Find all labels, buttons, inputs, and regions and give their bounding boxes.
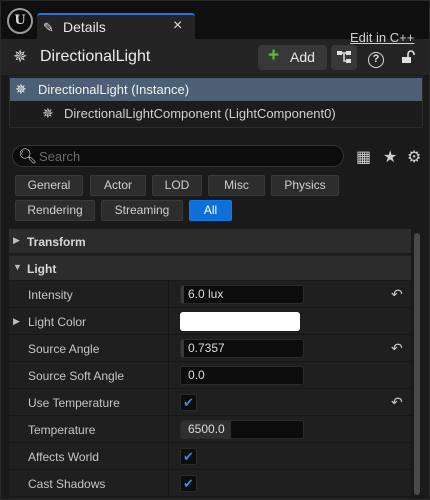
expand-arrow-icon: ▶	[13, 235, 20, 245]
property-label: Affects World	[28, 450, 99, 464]
property-row-intensity: Intensity 6.0 lux ↶	[9, 281, 411, 308]
column-divider[interactable]	[168, 335, 169, 362]
column-divider[interactable]	[168, 389, 169, 416]
column-divider[interactable]	[168, 470, 169, 497]
column-divider[interactable]	[168, 281, 169, 308]
search-box[interactable]: 🔍︎	[12, 145, 344, 167]
help-button[interactable]: ?	[363, 45, 389, 70]
filter-actor[interactable]: Actor	[90, 175, 146, 196]
lock-icon	[402, 50, 415, 63]
tab-details[interactable]: ✎ Details ×	[37, 13, 195, 39]
tree-item-instance[interactable]: ✵ DirectionalLight (Instance)	[10, 78, 422, 101]
filter-physics[interactable]: Physics	[271, 175, 339, 196]
help-icon: ?	[368, 52, 384, 68]
tab-label: Details	[63, 19, 106, 35]
add-component-button[interactable]: + Add	[258, 45, 327, 70]
collapse-arrow-icon: ▼	[13, 262, 22, 272]
pencil-icon: ✎	[43, 20, 54, 35]
close-icon[interactable]: ×	[173, 17, 182, 35]
gear-icon[interactable]: ⚙	[407, 147, 421, 167]
column-divider[interactable]	[168, 362, 169, 389]
cast-shadows-checkbox[interactable]: ✔	[180, 475, 197, 492]
category-label: Light	[27, 262, 57, 276]
details-panel: U ✎ Details × ✵ DirectionalLight + Add ?	[0, 0, 430, 500]
plus-icon: +	[268, 45, 280, 66]
filter-lod[interactable]: LOD	[152, 175, 202, 196]
expand-arrow-icon[interactable]: ▶	[13, 316, 20, 327]
property-label: Temperature	[28, 423, 96, 437]
directional-light-icon: ✵	[13, 47, 28, 66]
component-tree: ✵ DirectionalLight (Instance) ✵ Directio…	[9, 76, 423, 128]
property-label: Use Temperature	[28, 396, 120, 410]
edit-in-cpp-link[interactable]: Edit in C++	[350, 30, 414, 45]
blueprint-icon	[337, 51, 351, 63]
property-row-light-color: ▶ Light Color	[9, 308, 411, 335]
filter-general[interactable]: General	[15, 175, 83, 196]
category-label: Transform	[27, 235, 86, 249]
tree-item-label: DirectionalLightComponent (LightComponen…	[64, 106, 336, 121]
directional-light-icon: ✵	[42, 105, 54, 121]
lock-button[interactable]	[395, 45, 421, 70]
filter-rendering[interactable]: Rendering	[15, 200, 95, 221]
tree-item-label: DirectionalLight (Instance)	[38, 82, 190, 97]
reset-to-default-icon[interactable]: ↶	[391, 394, 403, 411]
property-label: Intensity	[28, 288, 73, 302]
tree-item-component[interactable]: ✵ DirectionalLightComponent (LightCompon…	[10, 102, 422, 125]
property-row-affects-world: Affects World ✔	[9, 443, 411, 470]
add-label: Add	[290, 49, 315, 65]
search-input[interactable]	[39, 147, 337, 165]
affects-world-checkbox[interactable]: ✔	[180, 448, 197, 465]
column-divider[interactable]	[168, 443, 169, 470]
filter-streaming[interactable]: Streaming	[101, 200, 183, 221]
unreal-logo-icon[interactable]: U	[7, 8, 33, 34]
property-label: Light Color	[28, 315, 87, 329]
use-temperature-checkbox[interactable]: ✔	[180, 394, 197, 411]
reset-to-default-icon[interactable]: ↶	[391, 286, 403, 303]
property-label: Cast Shadows	[28, 477, 106, 491]
category-light[interactable]: ▼ Light	[9, 256, 411, 281]
column-divider[interactable]	[168, 416, 169, 443]
light-color-swatch[interactable]	[180, 312, 300, 331]
directional-light-icon: ✵	[15, 81, 27, 97]
filter-all[interactable]: All	[189, 200, 232, 221]
actor-name: DirectionalLight	[40, 48, 151, 65]
column-divider[interactable]	[168, 308, 169, 335]
property-label: Source Soft Angle	[28, 369, 125, 383]
source-angle-field[interactable]: 0.7357	[180, 339, 304, 358]
property-row-temperature: Temperature 6500.0	[9, 416, 411, 443]
reset-to-default-icon[interactable]: ↶	[391, 340, 403, 357]
property-row-source-soft-angle: Source Soft Angle 0.0	[9, 362, 411, 389]
category-transform[interactable]: ▶ Transform	[9, 229, 411, 254]
property-row-use-temperature: Use Temperature ✔ ↶	[9, 389, 411, 416]
scrollbar-thumb[interactable]	[414, 233, 420, 495]
blueprint-button[interactable]	[331, 45, 357, 70]
property-row-source-angle: Source Angle 0.7357 ↶	[9, 335, 411, 362]
search-icon: 🔍︎	[18, 148, 38, 165]
property-label: Source Angle	[28, 342, 100, 356]
property-row-cast-shadows: Cast Shadows ✔	[9, 470, 411, 497]
source-soft-angle-field[interactable]: 0.0	[180, 366, 304, 385]
star-icon[interactable]: ★	[383, 147, 397, 167]
table-view-icon[interactable]: ▦	[356, 147, 371, 167]
property-list: ▶ Transform ▼ Light Intensity 6.0 lux ↶ …	[9, 229, 411, 499]
temperature-field[interactable]: 6500.0	[180, 420, 304, 439]
intensity-field[interactable]: 6.0 lux	[180, 285, 304, 304]
filter-misc[interactable]: Misc	[208, 175, 265, 196]
